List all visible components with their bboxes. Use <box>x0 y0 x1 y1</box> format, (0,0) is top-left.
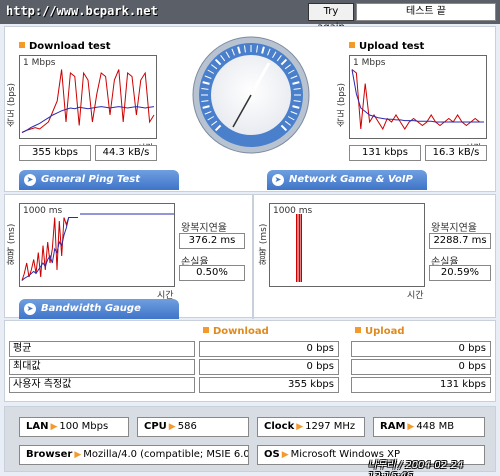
game-xlabel: 시간 <box>407 291 424 301</box>
download-scale: 1 Mbps <box>23 58 56 68</box>
row-label-average: 평균 <box>9 341 195 357</box>
upload-title: Upload test <box>349 41 424 52</box>
series-red-line <box>21 69 155 133</box>
triangle-right-icon: ▶ <box>281 450 289 460</box>
game-blue-spike <box>301 214 302 282</box>
game-scale: 1000 ms <box>273 206 313 216</box>
arrow-right-icon: ➤ <box>272 174 284 186</box>
lan-info: LAN ▶ 100 Mbps <box>19 417 129 437</box>
ping-ylabel: 왕복 (ms) <box>7 223 17 265</box>
download-kBs: 44.3 kB/s <box>95 145 157 161</box>
tab-network-game[interactable]: ➤Network Game & VoIP Test <box>267 170 427 205</box>
speed-test-panel: Download test 속도 (bps) 1 Mbps 시간 355 kbp… <box>4 26 496 205</box>
game-loss-value: 20.59% <box>429 265 491 281</box>
ram-info: RAM ▶ 448 MB <box>373 417 485 437</box>
row-label-user: 사용자 측정값 <box>9 377 195 393</box>
triangle-right-icon: ▶ <box>407 422 415 432</box>
general-ping-chart: 1000 ms <box>19 203 175 287</box>
watermark-signature: 나무리 / 2004-02-24 12:16:46 <box>368 460 464 476</box>
general-ping-graph <box>21 213 174 281</box>
triangle-right-icon: ▶ <box>50 422 58 432</box>
download-ylabel: 속도 (bps) <box>7 83 17 127</box>
browser-info: Browser ▶ Mozilla/4.0 (compatible; MSIE 6.… <box>19 445 249 465</box>
rtt-label: 왕복지연율 <box>181 223 227 234</box>
upload-graph <box>351 69 484 131</box>
orange-dot-icon <box>203 327 209 333</box>
rtt-value: 376.2 ms <box>179 233 245 249</box>
cell-avg-download: 0 bps <box>199 341 339 357</box>
loss-value: 0.50% <box>179 265 245 281</box>
upload-kBs: 16.3 kB/s <box>425 145 487 161</box>
download-column-header: Download <box>203 326 269 337</box>
game-rtt-value: 2288.7 ms <box>429 233 491 249</box>
upload-kbps: 131 kbps <box>349 145 421 161</box>
panel-divider <box>252 195 254 319</box>
clock-info: Clock ▶ 1297 MHz <box>257 417 365 437</box>
ping-blue-line <box>21 217 78 281</box>
cell-user-upload: 131 kbps <box>351 377 491 393</box>
orange-dot-icon <box>349 42 355 48</box>
upload-ylabel: 속도 (bps) <box>337 83 347 127</box>
triangle-right-icon: ▶ <box>168 422 176 432</box>
triangle-right-icon: ▶ <box>296 422 304 432</box>
cell-user-download: 355 kbps <box>199 377 339 393</box>
test-status-button[interactable]: 테스트 끝 <box>356 3 496 21</box>
series-blue-line <box>351 69 484 123</box>
upload-chart: 1 Mbps <box>349 55 487 139</box>
bandwidth-table: Download Upload 평균 0 bps 0 bps 최대값 0 bps… <box>4 320 496 402</box>
upload-column-header: Upload <box>355 326 404 337</box>
tab-bandwidth-gauge[interactable]: ➤ Bandwidth Gauge <box>19 299 179 319</box>
try-again-button[interactable]: Try again <box>308 3 354 33</box>
arrow-right-icon: ➤ <box>24 174 36 186</box>
game-ping-graph <box>296 214 302 282</box>
speedtest-window: http://www.bcpark.net Try again 테스트 끝 Do… <box>0 0 500 476</box>
download-chart: 1 Mbps <box>19 55 157 139</box>
cpu-info: CPU ▶ 586 <box>137 417 249 437</box>
orange-dot-icon <box>355 327 361 333</box>
speed-gauge <box>192 36 310 154</box>
download-graph <box>21 69 155 133</box>
row-label-max: 최대값 <box>9 359 195 375</box>
series-blue-line <box>21 106 155 133</box>
download-kbps: 355 kbps <box>19 145 91 161</box>
cell-avg-upload: 0 bps <box>351 341 491 357</box>
download-title: Download test <box>19 41 111 52</box>
game-red-spike <box>299 214 300 282</box>
ping-scale: 1000 ms <box>23 206 63 216</box>
arrow-right-icon: ➤ <box>24 303 36 315</box>
ping-red-line <box>21 217 78 281</box>
tab-general-ping[interactable]: ➤ General Ping Test <box>19 170 179 190</box>
header-bar: http://www.bcpark.net Try again 테스트 끝 <box>0 0 500 33</box>
game-rtt-label: 왕복지연율 <box>431 223 477 234</box>
upload-scale: 1 Mbps <box>353 58 386 68</box>
cell-max-download: 0 bps <box>199 359 339 375</box>
game-red-spike <box>297 214 299 282</box>
triangle-right-icon: ▶ <box>74 450 82 460</box>
cell-max-upload: 0 bps <box>351 359 491 375</box>
orange-dot-icon <box>19 42 25 48</box>
series-red-line <box>351 69 484 131</box>
game-ping-chart: 1000 ms <box>269 203 425 287</box>
ping-panel: 왕복 (ms) 1000 ms 시간 왕복지연율 376.2 ms 손실율 0.… <box>4 194 496 319</box>
site-url[interactable]: http://www.bcpark.net <box>6 4 158 18</box>
game-red-spike <box>296 214 297 282</box>
